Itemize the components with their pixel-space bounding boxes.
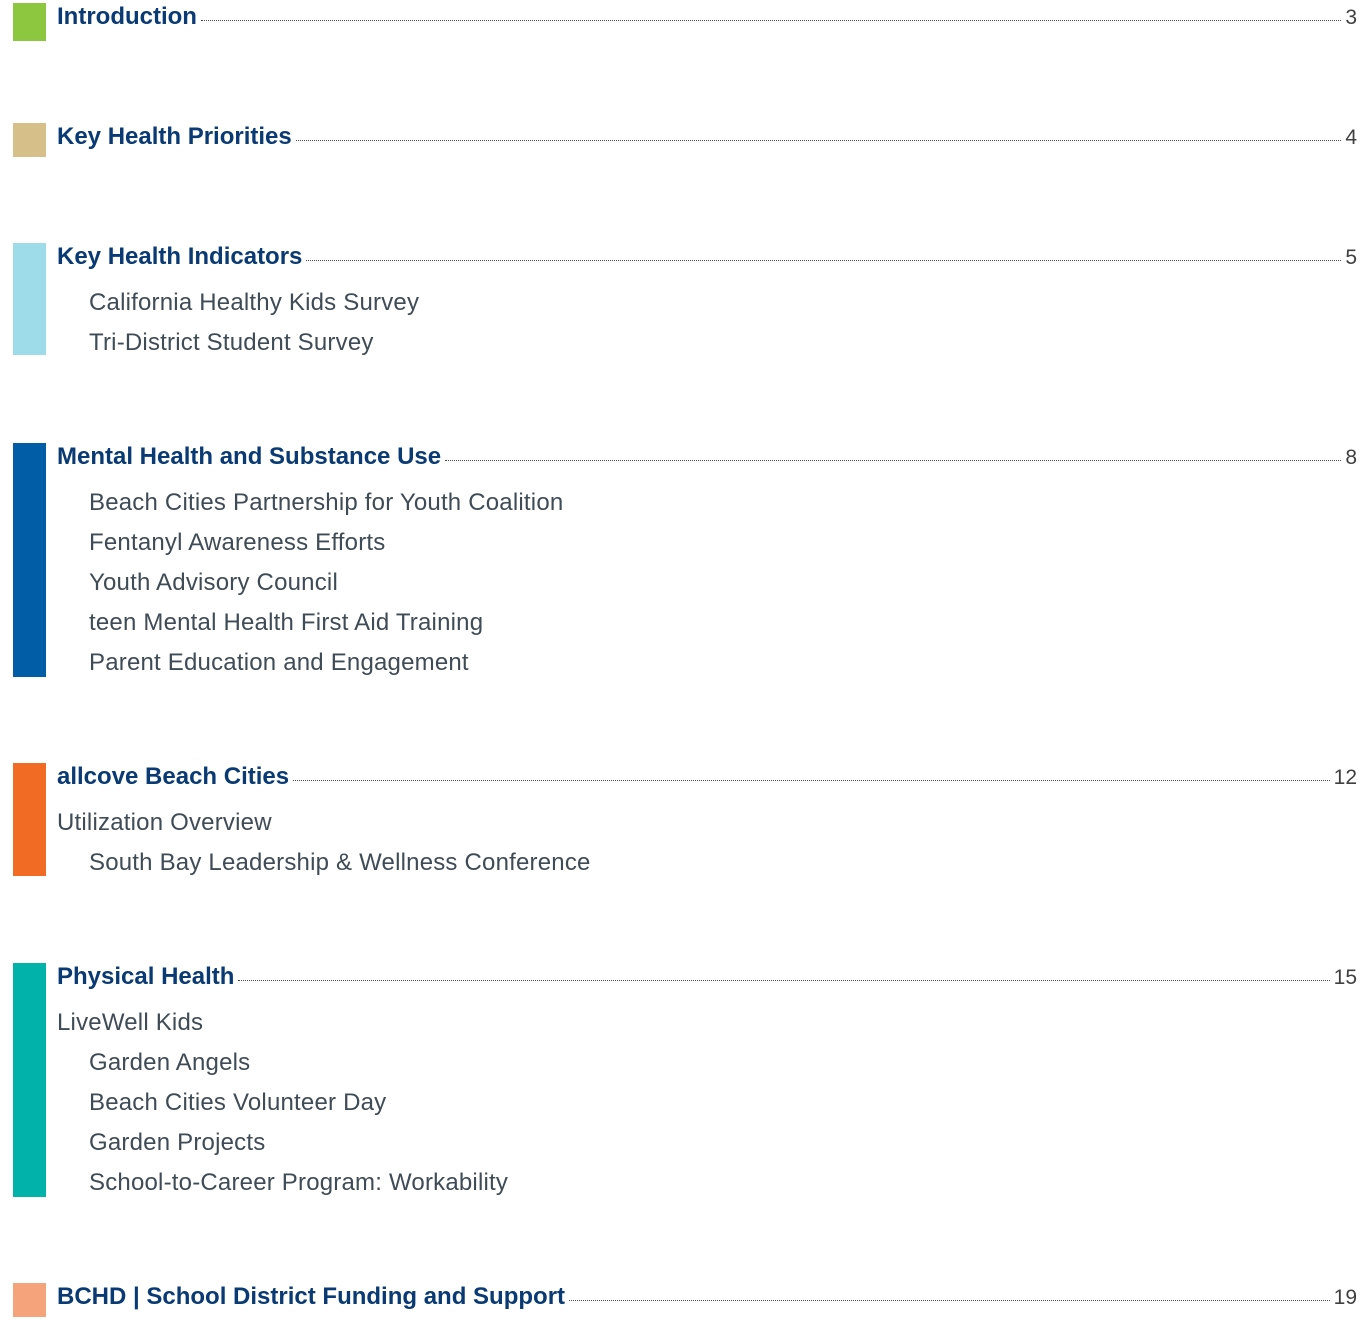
section-title: Introduction [57, 3, 197, 30]
section-title: Key Health Priorities [57, 123, 292, 150]
toc-entry[interactable]: allcove Beach Cities 12 [57, 763, 1357, 803]
toc-subentry[interactable]: Beach Cities Partnership for Youth Coali… [89, 483, 563, 523]
page-number: 4 [1345, 126, 1357, 149]
toc-subentry[interactable]: Utilization Overview [57, 803, 272, 843]
section-color-bar [13, 3, 46, 41]
page-number: 12 [1333, 766, 1357, 789]
section-color-bar [13, 1283, 46, 1317]
page-number: 5 [1345, 246, 1357, 269]
section-title: Mental Health and Substance Use [57, 443, 442, 470]
toc-subentry[interactable]: LiveWell Kids [57, 1003, 203, 1043]
section-title: allcove Beach Cities [57, 763, 290, 790]
dot-leader [306, 240, 1342, 261]
section-color-bar [13, 963, 46, 1197]
toc-subentry[interactable]: Parent Education and Engagement [89, 643, 469, 683]
dot-leader [200, 0, 1342, 21]
toc-subentry[interactable]: Beach Cities Volunteer Day [89, 1083, 386, 1123]
section-title: Key Health Indicators [57, 243, 303, 270]
toc-subentry[interactable]: Fentanyl Awareness Efforts [89, 523, 385, 563]
toc-subentry[interactable]: teen Mental Health First Aid Training [89, 603, 483, 643]
toc-entry[interactable]: Physical Health 15 [57, 963, 1357, 1003]
section-color-bar [13, 443, 46, 677]
dot-leader [293, 760, 1330, 781]
dot-leader [295, 120, 1342, 141]
dot-leader [238, 960, 1330, 981]
dot-leader [445, 440, 1342, 461]
section-title: Physical Health [57, 963, 235, 990]
page-number: 3 [1345, 6, 1357, 29]
toc-entry[interactable]: Key Health Priorities 4 [57, 123, 1357, 163]
page-number: 8 [1345, 446, 1357, 469]
page-number: 15 [1333, 966, 1357, 989]
toc-subentry[interactable]: Youth Advisory Council [89, 563, 338, 603]
section-title: BCHD | School District Funding and Suppo… [57, 1283, 566, 1310]
toc-subentry[interactable]: California Healthy Kids Survey [89, 283, 419, 323]
section-color-bar [13, 763, 46, 876]
dot-leader [569, 1280, 1330, 1301]
toc-subentry[interactable]: School-to-Career Program: Workability [89, 1163, 508, 1203]
toc-subentry[interactable]: Garden Angels [89, 1043, 250, 1083]
toc-subentry[interactable]: Garden Projects [89, 1123, 265, 1163]
page-number: 19 [1333, 1286, 1357, 1309]
toc-entry[interactable]: BCHD | School District Funding and Suppo… [57, 1283, 1357, 1323]
section-color-bar [13, 123, 46, 157]
toc-entry[interactable]: Mental Health and Substance Use 8 [57, 443, 1357, 483]
toc-subentry[interactable]: South Bay Leadership & Wellness Conferen… [89, 843, 591, 883]
toc-entry[interactable]: Key Health Indicators 5 [57, 243, 1357, 283]
section-color-bar [13, 243, 46, 355]
toc-entry[interactable]: Introduction 3 [57, 3, 1357, 43]
toc-subentry[interactable]: Tri-District Student Survey [89, 323, 374, 363]
